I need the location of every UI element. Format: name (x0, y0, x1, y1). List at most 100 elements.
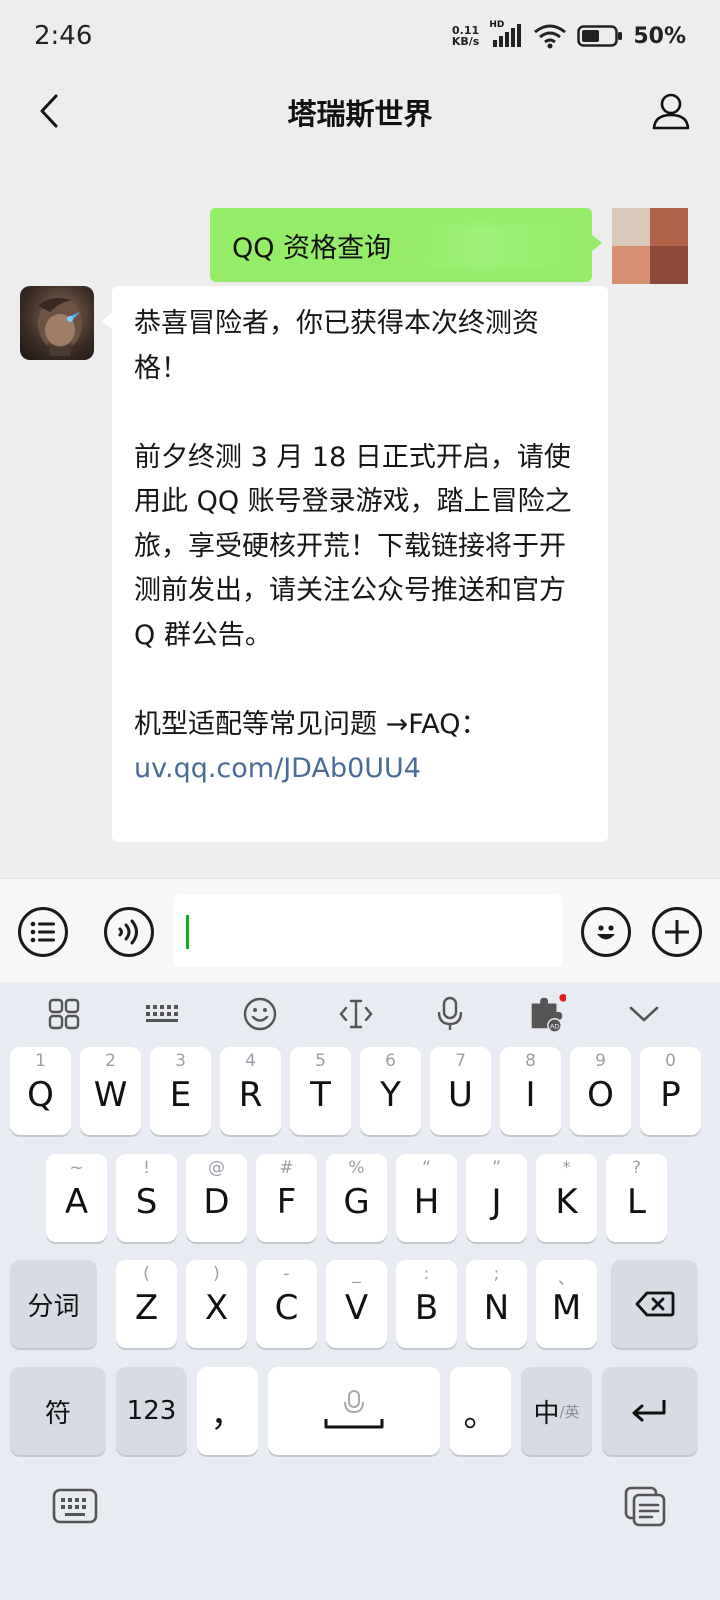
key-label: F (276, 1182, 297, 1222)
symbol-key[interactable]: 符 (10, 1367, 106, 1455)
key-label: G (343, 1182, 370, 1222)
key-f[interactable]: # F (256, 1154, 317, 1242)
emoji-button[interactable] (581, 907, 631, 957)
key-hint: 8 (525, 1051, 536, 1071)
keyboard-bottom-bar (0, 1474, 720, 1600)
key-i[interactable]: 8I (500, 1047, 561, 1135)
backspace-icon (635, 1291, 674, 1317)
key-hint: # (279, 1158, 294, 1178)
outgoing-message[interactable]: QQ 资格查询 (210, 208, 602, 282)
key-hint: ) (213, 1264, 220, 1284)
incoming-message[interactable]: 恭喜冒险者，你已获得本次终测资格！ 前夕终测 3 月 18 日正式开启，请使用此… (102, 286, 608, 842)
outgoing-message-text: QQ 资格查询 (232, 232, 392, 264)
key-e[interactable]: 3E (150, 1047, 211, 1135)
key-z[interactable]: (Z (116, 1260, 177, 1348)
key-label: T (310, 1075, 331, 1115)
period-key[interactable]: 。 (450, 1367, 511, 1455)
key-label: J (491, 1182, 502, 1222)
key-hint: 4 (245, 1051, 256, 1071)
voice-button[interactable] (104, 907, 154, 957)
switch-keyboard-button[interactable] (52, 1486, 98, 1526)
number-key[interactable]: 123 (116, 1367, 187, 1455)
key-t[interactable]: 5T (290, 1047, 351, 1135)
official-account-avatar[interactable] (20, 286, 94, 360)
comma-key[interactable]: ， (197, 1367, 258, 1455)
text-caret (186, 915, 189, 949)
message-paragraph: 恭喜冒险者，你已获得本次终测资格！ (134, 308, 539, 384)
clipboard-icon (624, 1486, 666, 1527)
language-switch-key[interactable]: 中/英 (521, 1367, 592, 1455)
input-bar (0, 878, 720, 982)
keyboard-layout-icon[interactable] (142, 994, 182, 1034)
redaction-blur (424, 224, 564, 268)
microphone-icon[interactable] (430, 994, 470, 1034)
key-hint: ~ (69, 1158, 84, 1178)
more-button[interactable] (652, 907, 702, 957)
key-hint: 9 (595, 1051, 606, 1071)
key-d[interactable]: @ D (186, 1154, 247, 1242)
key-label: D (203, 1182, 230, 1222)
message-input[interactable] (174, 895, 562, 967)
key-c[interactable]: -C (256, 1260, 317, 1348)
enter-icon (632, 1400, 666, 1422)
key-hint: 5 (315, 1051, 326, 1071)
key-q[interactable]: 1Q (10, 1047, 71, 1135)
key-j[interactable]: ” J (466, 1154, 527, 1242)
profile-button[interactable] (644, 84, 698, 138)
key-label: R (238, 1075, 263, 1115)
cursor-edit-icon[interactable] (336, 994, 376, 1034)
key-x[interactable]: ) X (186, 1260, 247, 1348)
apps-grid-icon[interactable] (44, 994, 84, 1034)
faq-paragraph: 机型适配等常见问题 →FAQ： uv.qq.com/JDAb0UU4 (134, 703, 586, 792)
ad-badge-text: AD (550, 1023, 559, 1030)
list-icon (30, 921, 55, 943)
key-w[interactable]: 2W (80, 1047, 141, 1135)
key-v[interactable]: _ V (326, 1260, 387, 1348)
key-r[interactable]: 4R (220, 1047, 281, 1135)
key-o[interactable]: 9O (570, 1047, 631, 1135)
key-s[interactable]: ! S (116, 1154, 177, 1242)
key-label: Y (380, 1075, 401, 1115)
chat-area[interactable]: QQ 资格查询 恭喜冒险者，你已获得本次终测资格！ 前夕终测 3 月 18 日正… (0, 152, 720, 878)
key-label: H (413, 1182, 440, 1222)
collapse-keyboard-button[interactable] (624, 994, 664, 1034)
backspace-key[interactable] (611, 1260, 698, 1348)
smiley-icon (597, 925, 615, 940)
key-u[interactable]: 7U (430, 1047, 491, 1135)
key-l[interactable]: ? L (606, 1154, 667, 1242)
key-label: N (483, 1288, 510, 1328)
key-hint: 0 (665, 1051, 676, 1071)
key-p[interactable]: 0P (640, 1047, 701, 1135)
battery-percent: 50% (633, 23, 686, 49)
chevron-left-icon (40, 94, 58, 128)
key-hint: ! (143, 1158, 150, 1178)
key-label: K (555, 1182, 578, 1222)
key-h[interactable]: “H (396, 1154, 457, 1242)
emoji-panel-icon[interactable] (240, 994, 280, 1034)
my-avatar[interactable] (612, 208, 688, 284)
enter-key[interactable] (602, 1367, 698, 1455)
key-y[interactable]: 6Y (360, 1047, 421, 1135)
key-hint: ( (143, 1264, 150, 1284)
key-hint: - (283, 1264, 290, 1284)
key-a[interactable]: ~ A (46, 1154, 107, 1242)
segment-key[interactable]: 分词 (10, 1260, 97, 1348)
key-hint: 1 (35, 1051, 46, 1071)
key-label: E (169, 1075, 192, 1115)
keyboard-toolbar: AD (0, 982, 720, 1046)
clipboard-button[interactable] (622, 1484, 668, 1528)
key-k[interactable]: * K (536, 1154, 597, 1242)
key-m[interactable]: 、 M (536, 1260, 597, 1348)
back-button[interactable] (24, 86, 74, 136)
warrior-avatar-icon (38, 298, 82, 356)
key-g[interactable]: % G (326, 1154, 387, 1242)
key-label: S (135, 1182, 158, 1222)
space-key[interactable] (268, 1367, 440, 1455)
plus-icon (665, 920, 689, 944)
menu-button[interactable] (18, 907, 68, 957)
key-label: W (93, 1075, 128, 1115)
faq-link[interactable]: uv.qq.com/JDAb0UU4 (134, 753, 421, 784)
key-b[interactable]: :B (396, 1260, 457, 1348)
key-n[interactable]: ; N (466, 1260, 527, 1348)
plugin-puzzle-icon[interactable]: AD (526, 994, 566, 1034)
